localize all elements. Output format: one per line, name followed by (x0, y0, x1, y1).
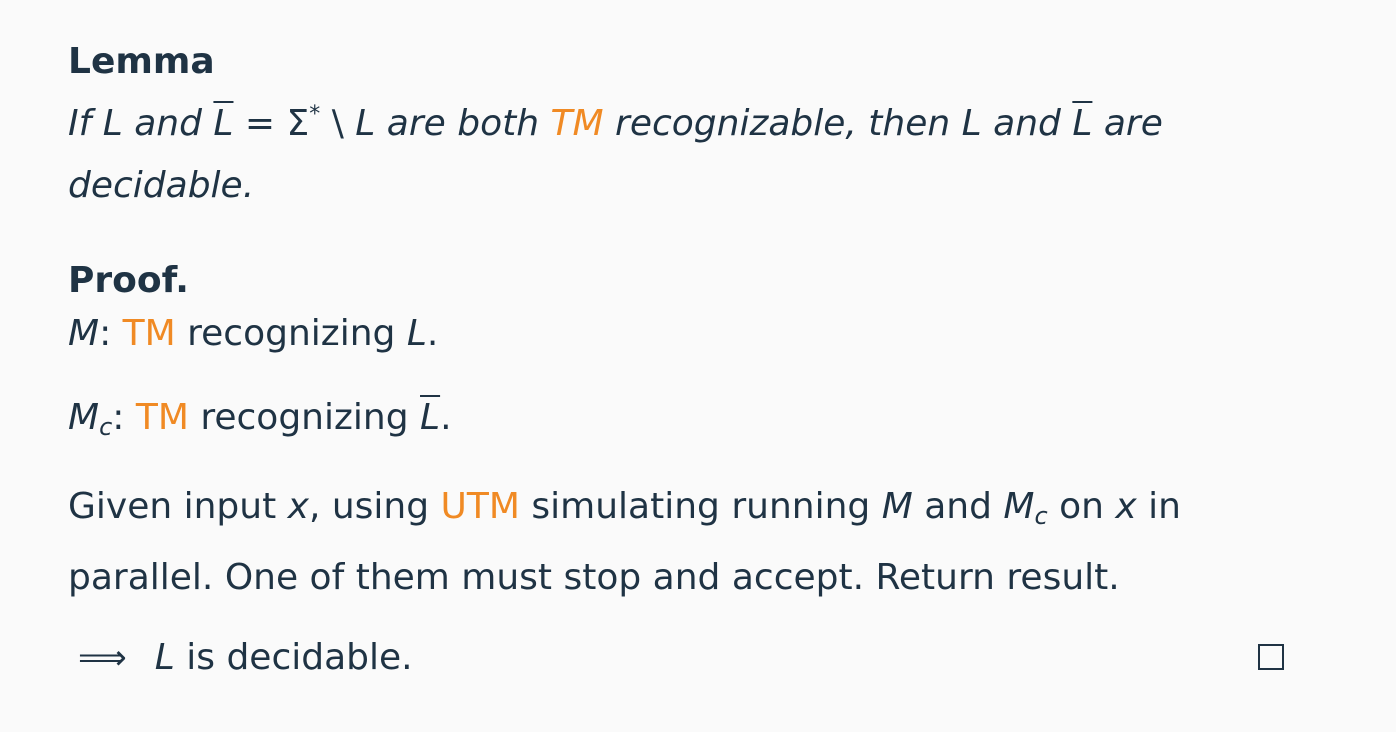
lemma-L: L (102, 103, 123, 144)
var-x: x (287, 486, 309, 527)
lemma-L-complement: L (213, 103, 234, 144)
text-on: on (1047, 486, 1116, 527)
lemma-tm-highlight: TM (550, 103, 604, 144)
var-M: M (68, 397, 100, 438)
text-using: , using (308, 486, 441, 527)
lemma-equals-sigma: = Σ (233, 103, 310, 144)
colon: : (112, 397, 136, 438)
lemma-text-and-2: and (981, 103, 1073, 144)
proof-line-mc: Mc: TM recognizing L. (68, 387, 1328, 458)
lemma-L-2: L (355, 103, 376, 144)
period: . (440, 397, 452, 438)
lemma-L-3: L (961, 103, 982, 144)
lemma-text-are-both: are both (375, 103, 551, 144)
var-Mc: M (1003, 486, 1035, 527)
var-x-2: x (1115, 486, 1137, 527)
implies-arrow-icon: ⟹ (78, 638, 127, 678)
lemma-setminus: \ (320, 103, 356, 144)
var-M: M (68, 313, 100, 354)
text-recognizing: recognizing (175, 313, 407, 354)
var-L: L (406, 313, 427, 354)
proof-line-m: M: TM recognizing L. (68, 303, 1328, 365)
lemma-kleene-star: * (309, 102, 321, 127)
tm-highlight: TM (135, 397, 189, 438)
text-and: and (912, 486, 1004, 527)
colon: : (99, 313, 123, 354)
var-L: L (154, 637, 175, 678)
proof-line-simulation: Given input x, using UTM simulating runn… (68, 476, 1328, 609)
proof-title: Proof. (68, 260, 189, 301)
lemma-text-and: and (122, 103, 214, 144)
lemma-title: Lemma (68, 41, 215, 82)
tm-highlight: TM (122, 313, 176, 354)
var-M: M (881, 486, 913, 527)
text-given-input: Given input (68, 486, 288, 527)
var-L-complement: L (420, 397, 441, 438)
qed-square-icon (1258, 644, 1284, 670)
text-is-decidable: is decidable. (174, 637, 413, 678)
subscript-c: c (1034, 502, 1048, 530)
lemma-text-recognizable: recognizable, then (603, 103, 962, 144)
proof-conclusion: ⟹ L is decidable. (68, 627, 1328, 689)
utm-highlight: UTM (440, 486, 520, 527)
slide: Lemma If L and L = Σ* \ L are both TM re… (68, 40, 1328, 689)
lemma-statement: If L and L = Σ* \ L are both TM recogniz… (68, 84, 1328, 217)
period: . (426, 313, 439, 354)
lemma-L-complement-2: L (1072, 103, 1093, 144)
text-recognizing: recognizing (188, 397, 421, 438)
text-simulating: simulating running (519, 486, 882, 527)
lemma-text-if: If (68, 103, 103, 144)
subscript-c: c (99, 413, 113, 441)
